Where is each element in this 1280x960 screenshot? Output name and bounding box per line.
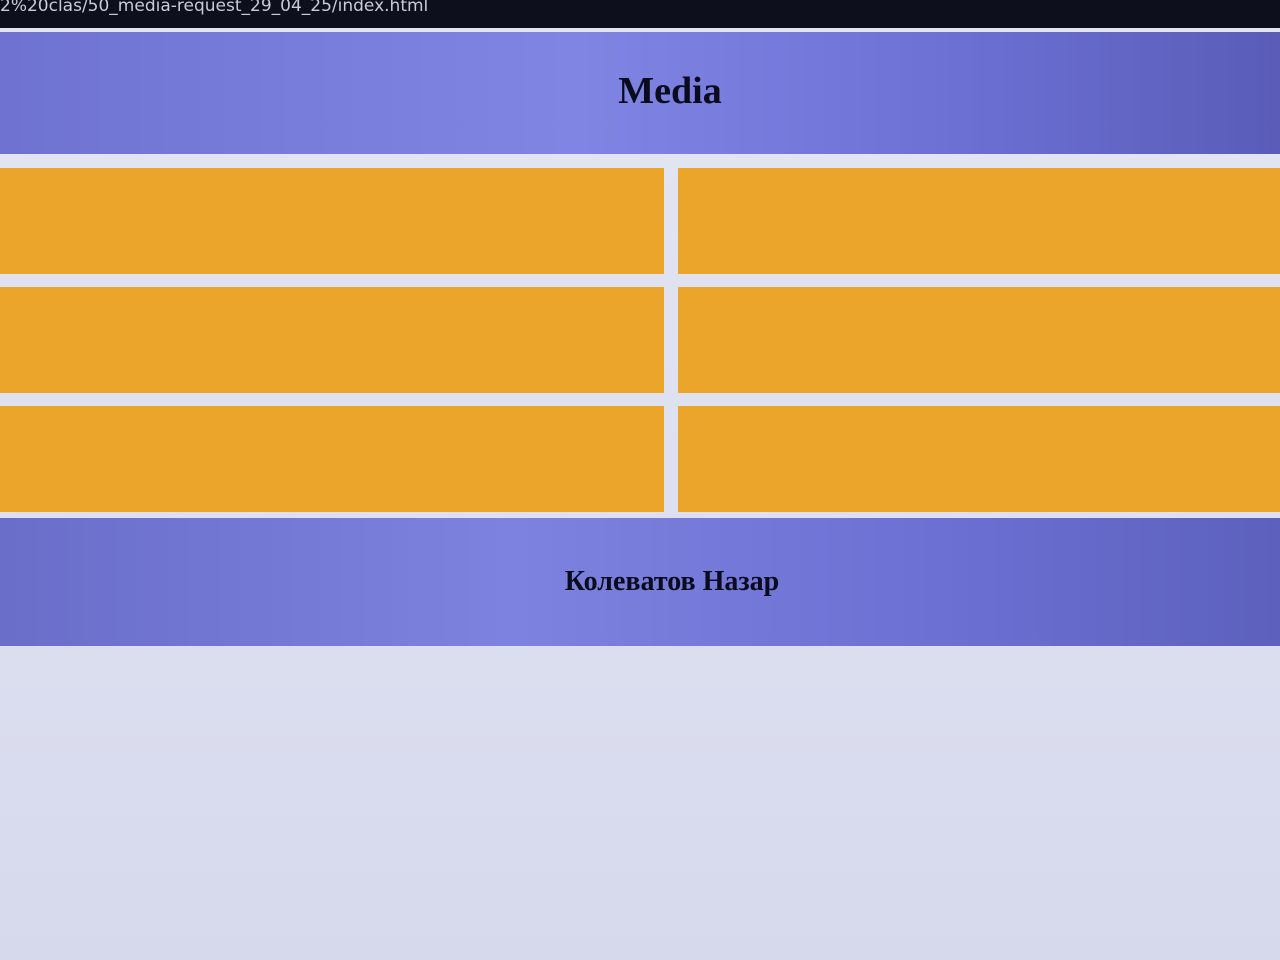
browser-address-bar[interactable]: 2%20clas/50_media-request_29_04_25/index…	[0, 0, 1280, 28]
address-url[interactable]: 2%20clas/50_media-request_29_04_25/index…	[0, 0, 428, 16]
grid-cell	[678, 406, 1280, 512]
page: Media Колеватов Назар	[0, 28, 1280, 960]
grid-cell	[0, 168, 664, 274]
site-header: Media	[0, 32, 1280, 154]
site-footer: Колеватов Назар	[0, 518, 1280, 646]
author-name: Колеватов Назар	[564, 566, 780, 597]
page-title: Media	[618, 70, 722, 112]
grid-cell	[678, 287, 1280, 393]
grid-cell	[0, 287, 664, 393]
grid-cell	[678, 168, 1280, 274]
grid-cell	[0, 406, 664, 512]
